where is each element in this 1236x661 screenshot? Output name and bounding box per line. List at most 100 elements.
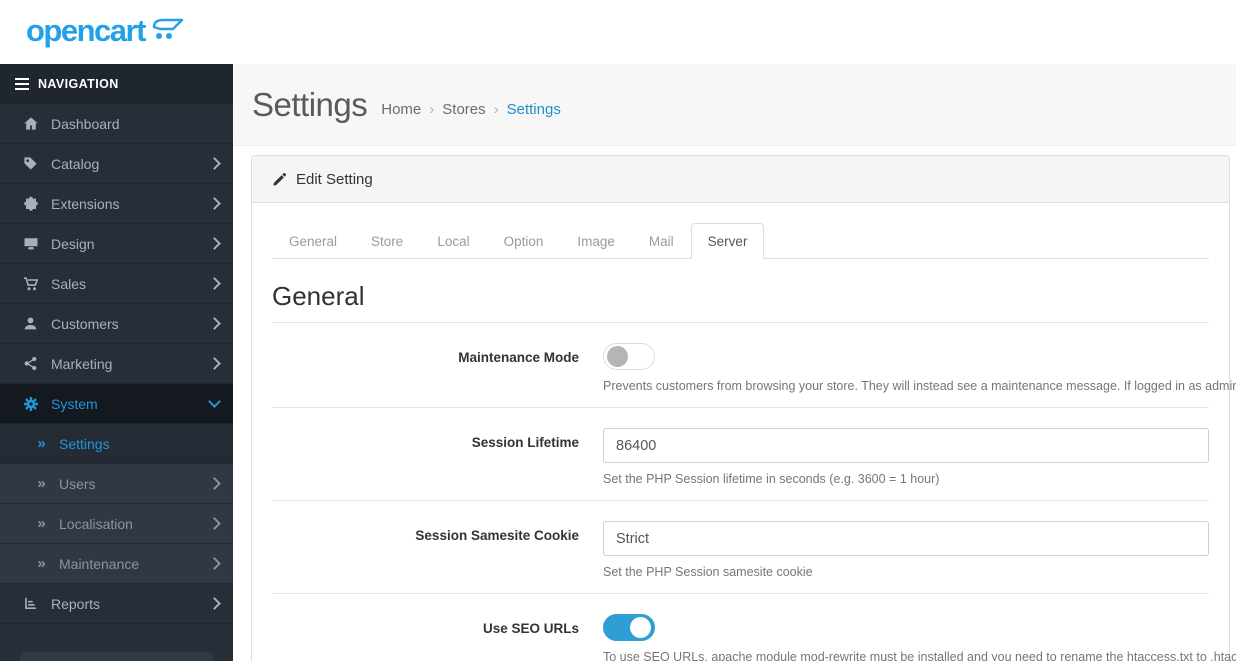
chevron-right-icon (208, 597, 221, 610)
tab-store[interactable]: Store (354, 223, 420, 259)
tab-local[interactable]: Local (420, 223, 486, 259)
tab-general[interactable]: General (272, 223, 354, 259)
maintenance-mode-label: Maintenance Mode (458, 350, 579, 365)
sidebar-item-sales[interactable]: Sales (0, 264, 233, 304)
sidebar-item-dashboard[interactable]: Dashboard (0, 104, 233, 144)
sidebar-item-label: Settings (59, 435, 110, 452)
chevron-right-icon (208, 357, 221, 370)
cart-logo-icon (151, 17, 185, 41)
hamburger-icon (15, 78, 29, 90)
session-lifetime-control: Set the PHP Session lifetime in seconds … (603, 428, 1209, 486)
maintenance-mode-toggle[interactable] (603, 343, 655, 370)
breadcrumb-separator: › (429, 101, 435, 118)
maintenance-mode-help-text: Prevents customers from browsing your st… (603, 379, 1236, 393)
sidebar-item-system[interactable]: System (0, 384, 233, 424)
use-seo-urls-label: Use SEO URLs (482, 621, 579, 636)
maintenance-mode-control: Prevents customers from browsing your st… (603, 343, 1236, 393)
sidebar-item-users[interactable]: » Users (0, 464, 233, 504)
tag-icon (22, 156, 39, 171)
chevron-right-icon (208, 477, 221, 490)
sidebar-item-label: Localisation (59, 515, 133, 532)
sidebar-item-catalog[interactable]: Catalog (0, 144, 233, 184)
panel-title: Edit Setting (296, 170, 373, 188)
chevron-right-icon (208, 317, 221, 330)
sidebar-item-localisation[interactable]: » Localisation (0, 504, 233, 544)
session-lifetime-help-text: Set the PHP Session lifetime in seconds … (603, 472, 940, 486)
use-seo-urls-toggle[interactable] (603, 614, 655, 641)
settings-tabs: General Store Local Option Image Mail Server (272, 223, 1209, 259)
tab-server[interactable]: Server (690, 223, 765, 259)
sidebar-item-label: Catalog (51, 155, 100, 172)
sidebar-item-label: Reports (51, 595, 101, 612)
sidebar-item-label: Maintenance (59, 555, 140, 572)
angles-right-icon: » (37, 435, 46, 452)
page-header: Settings Home › Stores › Settings (233, 64, 1236, 146)
tab-option[interactable]: Option (487, 223, 561, 259)
sidebar-item-label: Customers (51, 315, 119, 332)
sidebar-item-settings[interactable]: » Settings (0, 424, 233, 464)
form-row-session-lifetime: Session Lifetime Set the PHP Session life… (272, 408, 1209, 501)
navigation-header: NAVIGATION (0, 64, 233, 104)
sidebar-item-reports[interactable]: Reports (0, 584, 233, 624)
edit-setting-panel: Edit Setting General Store Local Option Imag… (251, 155, 1236, 661)
main-content: Settings Home › Stores › Settings Edit Setti… (233, 64, 1236, 661)
sidebar-menu: Dashboard Catalog Extensions Design Sales Cus… (0, 104, 233, 624)
toggle-knob (607, 346, 628, 367)
breadcrumb: Home › Stores › Settings (381, 101, 561, 118)
sidebar-item-design[interactable]: Design (0, 224, 233, 264)
angles-right-icon: » (37, 555, 46, 572)
sidebar-item-maintenance[interactable]: » Maintenance (0, 544, 233, 584)
session-samesite-cookie-input[interactable] (603, 521, 1209, 556)
settings-form: Maintenance Mode Prevents customers from … (272, 323, 1236, 661)
cart-icon (22, 276, 39, 292)
logo-text: opencart (26, 12, 146, 48)
chevron-right-icon (208, 237, 221, 250)
sidebar-item-label: Users (59, 475, 96, 492)
chevron-down-icon (208, 395, 221, 408)
puzzle-icon (22, 196, 39, 212)
sidebar-item-label: Sales (51, 275, 87, 292)
angles-right-icon: » (37, 475, 46, 492)
sidebar-item-label: Design (51, 235, 95, 252)
toggle-knob (630, 617, 651, 638)
navigation-header-label: NAVIGATION (38, 77, 119, 91)
breadcrumb-stores[interactable]: Stores (442, 101, 485, 118)
home-icon (22, 116, 39, 132)
form-row-maintenance-mode: Maintenance Mode Prevents customers from … (272, 323, 1236, 408)
sidebar-item-label: System (51, 395, 98, 412)
sidebar-item-label: Marketing (51, 355, 113, 372)
opencart-logo[interactable]: opencart (0, 15, 185, 50)
sidebar-item-label: Extensions (51, 195, 120, 212)
breadcrumb-home[interactable]: Home (381, 101, 421, 118)
sidebar: NAVIGATION Dashboard Catalog Extensions Des… (0, 64, 233, 661)
pencil-icon (272, 172, 287, 187)
sidebar-item-label: Dashboard (51, 115, 120, 132)
chevron-right-icon (208, 557, 221, 570)
sidebar-item-extensions[interactable]: Extensions (0, 184, 233, 224)
section-heading: General (272, 281, 1209, 323)
gear-icon (22, 396, 39, 412)
chevron-right-icon (208, 157, 221, 170)
sidebar-item-marketing[interactable]: Marketing (0, 344, 233, 384)
breadcrumb-settings[interactable]: Settings (507, 101, 561, 118)
top-bar: opencart (0, 0, 1236, 64)
breadcrumb-separator: › (493, 101, 499, 118)
session-lifetime-label: Session Lifetime (471, 435, 579, 450)
tab-mail[interactable]: Mail (632, 223, 691, 259)
tab-image[interactable]: Image (560, 223, 632, 259)
user-icon (22, 316, 39, 331)
chevron-right-icon (208, 197, 221, 210)
sidebar-footer-widget (20, 652, 213, 661)
sidebar-item-customers[interactable]: Customers (0, 304, 233, 344)
reports-icon (22, 596, 39, 611)
session-lifetime-input[interactable] (603, 428, 1209, 463)
session-samesite-cookie-control: Set the PHP Session samesite cookie (603, 521, 1209, 579)
monitor-icon (22, 236, 39, 252)
angles-right-icon: » (37, 515, 46, 532)
chevron-right-icon (208, 277, 221, 290)
session-samesite-cookie-label: Session Samesite Cookie (415, 528, 579, 543)
panel-heading: Edit Setting (252, 156, 1229, 203)
page-title: Settings (252, 85, 368, 123)
share-icon (22, 356, 39, 371)
session-samesite-cookie-help-text: Set the PHP Session samesite cookie (603, 565, 813, 579)
